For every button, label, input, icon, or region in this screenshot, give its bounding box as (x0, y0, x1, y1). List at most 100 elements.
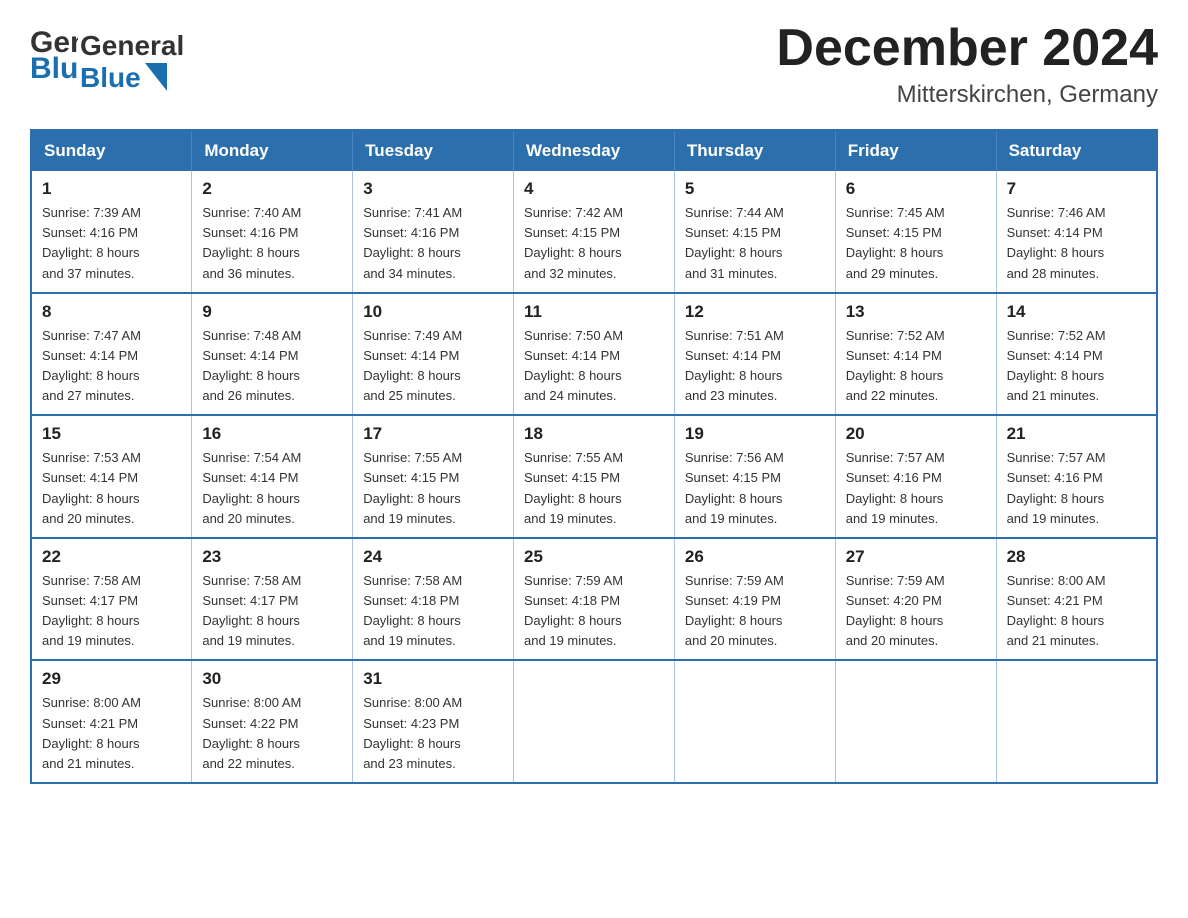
calendar-cell: 3 Sunrise: 7:41 AM Sunset: 4:16 PM Dayli… (353, 171, 514, 293)
day-info: Sunrise: 7:59 AM Sunset: 4:19 PM Dayligh… (685, 571, 825, 652)
day-number: 3 (363, 179, 503, 199)
day-info: Sunrise: 7:52 AM Sunset: 4:14 PM Dayligh… (846, 326, 986, 407)
day-number: 6 (846, 179, 986, 199)
calendar-cell: 29 Sunrise: 8:00 AM Sunset: 4:21 PM Dayl… (31, 660, 192, 783)
calendar-cell: 2 Sunrise: 7:40 AM Sunset: 4:16 PM Dayli… (192, 171, 353, 293)
day-number: 25 (524, 547, 664, 567)
day-info: Sunrise: 7:59 AM Sunset: 4:18 PM Dayligh… (524, 571, 664, 652)
day-number: 30 (202, 669, 342, 689)
day-number: 21 (1007, 424, 1146, 444)
day-info: Sunrise: 7:41 AM Sunset: 4:16 PM Dayligh… (363, 203, 503, 284)
calendar-cell: 27 Sunrise: 7:59 AM Sunset: 4:20 PM Dayl… (835, 538, 996, 661)
day-info: Sunrise: 8:00 AM Sunset: 4:21 PM Dayligh… (42, 693, 181, 774)
day-info: Sunrise: 7:46 AM Sunset: 4:14 PM Dayligh… (1007, 203, 1146, 284)
calendar-cell: 6 Sunrise: 7:45 AM Sunset: 4:15 PM Dayli… (835, 171, 996, 293)
calendar-cell: 13 Sunrise: 7:52 AM Sunset: 4:14 PM Dayl… (835, 293, 996, 416)
day-number: 20 (846, 424, 986, 444)
day-info: Sunrise: 7:55 AM Sunset: 4:15 PM Dayligh… (524, 448, 664, 529)
calendar-cell: 9 Sunrise: 7:48 AM Sunset: 4:14 PM Dayli… (192, 293, 353, 416)
day-info: Sunrise: 7:44 AM Sunset: 4:15 PM Dayligh… (685, 203, 825, 284)
day-info: Sunrise: 7:39 AM Sunset: 4:16 PM Dayligh… (42, 203, 181, 284)
calendar-header-row: SundayMondayTuesdayWednesdayThursdayFrid… (31, 130, 1157, 171)
day-number: 26 (685, 547, 825, 567)
col-header-saturday: Saturday (996, 130, 1157, 171)
calendar-cell: 16 Sunrise: 7:54 AM Sunset: 4:14 PM Dayl… (192, 415, 353, 538)
calendar-cell: 1 Sunrise: 7:39 AM Sunset: 4:16 PM Dayli… (31, 171, 192, 293)
location: Mitterskirchen, Germany (776, 81, 1158, 109)
day-number: 28 (1007, 547, 1146, 567)
svg-text:Blue: Blue (30, 52, 78, 80)
calendar-cell: 5 Sunrise: 7:44 AM Sunset: 4:15 PM Dayli… (674, 171, 835, 293)
day-number: 18 (524, 424, 664, 444)
col-header-tuesday: Tuesday (353, 130, 514, 171)
calendar-cell: 19 Sunrise: 7:56 AM Sunset: 4:15 PM Dayl… (674, 415, 835, 538)
day-info: Sunrise: 7:53 AM Sunset: 4:14 PM Dayligh… (42, 448, 181, 529)
day-number: 14 (1007, 302, 1146, 322)
day-info: Sunrise: 7:51 AM Sunset: 4:14 PM Dayligh… (685, 326, 825, 407)
calendar-cell: 20 Sunrise: 7:57 AM Sunset: 4:16 PM Dayl… (835, 415, 996, 538)
calendar-cell: 15 Sunrise: 7:53 AM Sunset: 4:14 PM Dayl… (31, 415, 192, 538)
day-number: 27 (846, 547, 986, 567)
logo-general: General (80, 30, 184, 62)
day-number: 9 (202, 302, 342, 322)
month-title: December 2024 (776, 20, 1158, 77)
day-number: 31 (363, 669, 503, 689)
col-header-wednesday: Wednesday (514, 130, 675, 171)
day-number: 10 (363, 302, 503, 322)
day-info: Sunrise: 7:42 AM Sunset: 4:15 PM Dayligh… (524, 203, 664, 284)
day-number: 17 (363, 424, 503, 444)
calendar-cell: 28 Sunrise: 8:00 AM Sunset: 4:21 PM Dayl… (996, 538, 1157, 661)
calendar-cell: 21 Sunrise: 7:57 AM Sunset: 4:16 PM Dayl… (996, 415, 1157, 538)
logo-blue: Blue (80, 62, 141, 94)
calendar-cell: 25 Sunrise: 7:59 AM Sunset: 4:18 PM Dayl… (514, 538, 675, 661)
calendar-cell: 30 Sunrise: 8:00 AM Sunset: 4:22 PM Dayl… (192, 660, 353, 783)
calendar-cell (514, 660, 675, 783)
logo-text-group: General Blue (80, 30, 184, 94)
day-info: Sunrise: 7:57 AM Sunset: 4:16 PM Dayligh… (1007, 448, 1146, 529)
calendar-cell: 14 Sunrise: 7:52 AM Sunset: 4:14 PM Dayl… (996, 293, 1157, 416)
calendar-cell: 26 Sunrise: 7:59 AM Sunset: 4:19 PM Dayl… (674, 538, 835, 661)
day-number: 1 (42, 179, 181, 199)
day-number: 2 (202, 179, 342, 199)
logo-triangle-icon (145, 63, 167, 93)
day-info: Sunrise: 7:58 AM Sunset: 4:17 PM Dayligh… (202, 571, 342, 652)
calendar-week-row: 29 Sunrise: 8:00 AM Sunset: 4:21 PM Dayl… (31, 660, 1157, 783)
day-info: Sunrise: 7:49 AM Sunset: 4:14 PM Dayligh… (363, 326, 503, 407)
calendar-cell: 23 Sunrise: 7:58 AM Sunset: 4:17 PM Dayl… (192, 538, 353, 661)
day-info: Sunrise: 7:58 AM Sunset: 4:18 PM Dayligh… (363, 571, 503, 652)
day-info: Sunrise: 8:00 AM Sunset: 4:21 PM Dayligh… (1007, 571, 1146, 652)
calendar-cell: 11 Sunrise: 7:50 AM Sunset: 4:14 PM Dayl… (514, 293, 675, 416)
day-number: 13 (846, 302, 986, 322)
calendar-cell: 17 Sunrise: 7:55 AM Sunset: 4:15 PM Dayl… (353, 415, 514, 538)
calendar-cell: 7 Sunrise: 7:46 AM Sunset: 4:14 PM Dayli… (996, 171, 1157, 293)
calendar-cell: 22 Sunrise: 7:58 AM Sunset: 4:17 PM Dayl… (31, 538, 192, 661)
calendar-week-row: 8 Sunrise: 7:47 AM Sunset: 4:14 PM Dayli… (31, 293, 1157, 416)
day-number: 22 (42, 547, 181, 567)
day-number: 4 (524, 179, 664, 199)
day-number: 19 (685, 424, 825, 444)
calendar-cell: 12 Sunrise: 7:51 AM Sunset: 4:14 PM Dayl… (674, 293, 835, 416)
calendar-cell (996, 660, 1157, 783)
day-info: Sunrise: 7:58 AM Sunset: 4:17 PM Dayligh… (42, 571, 181, 652)
calendar-week-row: 22 Sunrise: 7:58 AM Sunset: 4:17 PM Dayl… (31, 538, 1157, 661)
day-number: 12 (685, 302, 825, 322)
col-header-monday: Monday (192, 130, 353, 171)
calendar-cell: 31 Sunrise: 8:00 AM Sunset: 4:23 PM Dayl… (353, 660, 514, 783)
day-info: Sunrise: 7:55 AM Sunset: 4:15 PM Dayligh… (363, 448, 503, 529)
logo-icon: General Blue (30, 20, 78, 80)
calendar-cell: 18 Sunrise: 7:55 AM Sunset: 4:15 PM Dayl… (514, 415, 675, 538)
day-number: 24 (363, 547, 503, 567)
col-header-thursday: Thursday (674, 130, 835, 171)
day-info: Sunrise: 7:50 AM Sunset: 4:14 PM Dayligh… (524, 326, 664, 407)
day-info: Sunrise: 8:00 AM Sunset: 4:22 PM Dayligh… (202, 693, 342, 774)
day-info: Sunrise: 7:59 AM Sunset: 4:20 PM Dayligh… (846, 571, 986, 652)
logo: General Blue (30, 20, 80, 80)
day-number: 8 (42, 302, 181, 322)
col-header-friday: Friday (835, 130, 996, 171)
day-number: 29 (42, 669, 181, 689)
calendar-cell: 8 Sunrise: 7:47 AM Sunset: 4:14 PM Dayli… (31, 293, 192, 416)
day-number: 16 (202, 424, 342, 444)
page-header: General Blue General Blue December 2024 … (30, 20, 1158, 109)
col-header-sunday: Sunday (31, 130, 192, 171)
day-number: 23 (202, 547, 342, 567)
